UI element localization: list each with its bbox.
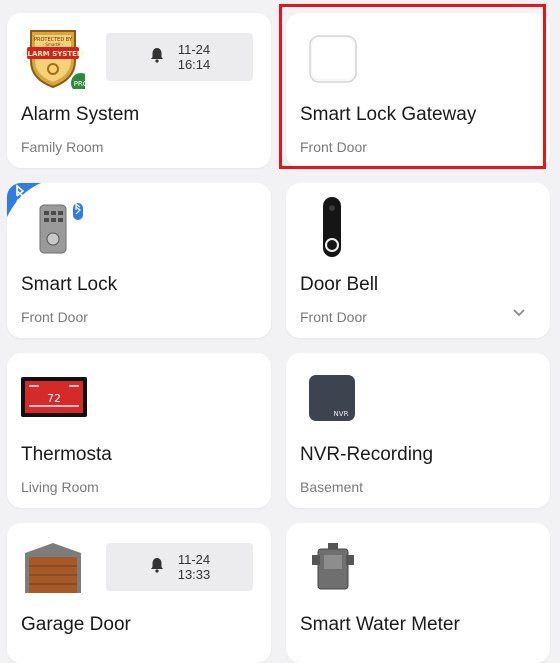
device-name: Door Bell <box>300 274 379 295</box>
device-card-smart-lock-gateway[interactable]: Smart Lock Gateway Front Door <box>286 13 550 168</box>
bell-icon <box>151 48 163 63</box>
device-room: Front Door <box>300 309 367 325</box>
garage-door-icon <box>21 535 85 599</box>
alert-date: 11-24 <box>177 552 211 567</box>
device-name: Smart Lock Gateway <box>300 104 477 125</box>
device-card-smart-lock[interactable]: Smart Lock Front Door <box>7 183 271 338</box>
badge-sub-text: - SmartH - <box>43 42 64 47</box>
doorbell-icon <box>300 195 364 259</box>
alert-date: 11-24 <box>177 42 211 57</box>
alert-clock: 13:33 <box>177 567 211 582</box>
device-card-thermostat[interactable]: 72 Thermosta Living Room <box>7 353 271 508</box>
device-name: Garage Door <box>21 614 131 635</box>
device-room: Family Room <box>21 139 104 155</box>
device-card-door-bell[interactable]: Door Bell Front Door <box>286 183 550 338</box>
thermostat-icon: 72 <box>21 365 87 429</box>
device-name: Thermosta <box>21 444 112 465</box>
alarm-system-icon: PROTECTED BY - SmartH - ALARM SYSTEM PRO <box>21 25 91 93</box>
bell-icon <box>151 558 163 573</box>
device-room: Front Door <box>300 139 367 155</box>
water-meter-icon <box>300 535 364 599</box>
device-card-garage-door[interactable]: 11-24 13:33 Garage Door <box>7 523 271 663</box>
chevron-down-icon[interactable] <box>512 308 526 318</box>
alert-chip[interactable]: 11-24 13:33 <box>106 543 253 591</box>
thermostat-readout: 72 <box>47 392 61 405</box>
nvr-icon-label: NVR <box>334 410 349 418</box>
gateway-icon <box>300 25 364 89</box>
alert-time: 11-24 16:14 <box>172 42 216 72</box>
device-card-smart-water-meter[interactable]: Smart Water Meter <box>286 523 550 663</box>
badge-pro-text: PRO <box>74 80 85 88</box>
device-name: NVR-Recording <box>300 444 434 465</box>
device-card-nvr-recording[interactable]: NVR NVR-Recording Basement <box>286 353 550 508</box>
smart-lock-icon <box>21 195 85 259</box>
alert-time: 11-24 13:33 <box>172 552 216 582</box>
device-name: Smart Lock <box>21 274 118 295</box>
alert-clock: 16:14 <box>177 57 211 72</box>
alert-chip[interactable]: 11-24 16:14 <box>106 33 253 81</box>
device-card-alarm-system[interactable]: PROTECTED BY - SmartH - ALARM SYSTEM PRO… <box>7 13 271 168</box>
device-name: Smart Water Meter <box>300 614 460 635</box>
device-name: Alarm System <box>21 104 140 125</box>
device-room: Basement <box>300 479 364 495</box>
device-room: Living Room <box>21 479 99 495</box>
device-room: Front Door <box>21 309 88 325</box>
nvr-icon: NVR <box>300 365 364 429</box>
badge-main-text: ALARM SYSTEM <box>22 50 84 58</box>
